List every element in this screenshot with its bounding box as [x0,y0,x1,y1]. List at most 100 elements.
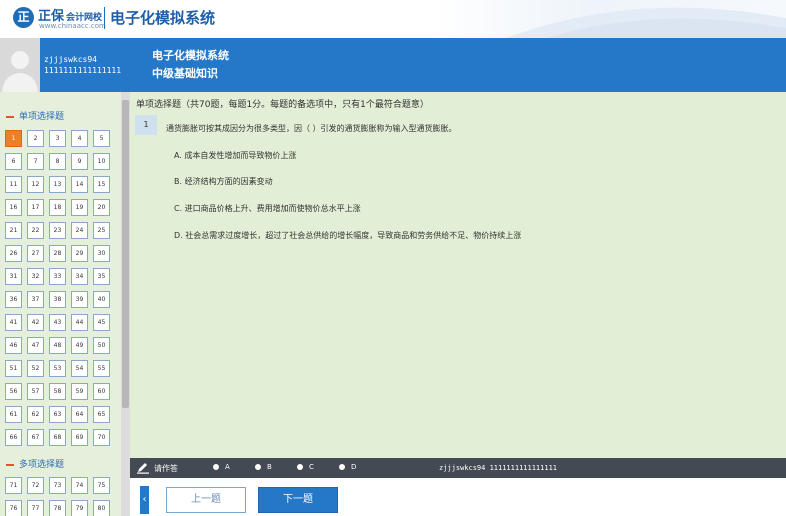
question-number-button[interactable]: 19 [71,199,88,216]
question-number-button[interactable]: 50 [93,337,110,354]
collapse-sidebar-button[interactable]: ‹ [140,486,149,514]
question-number-button[interactable]: 72 [27,477,44,494]
question-number-button[interactable]: 77 [27,500,44,516]
question-number-button[interactable]: 35 [93,268,110,285]
question-number-button[interactable]: 31 [5,268,22,285]
question-number-button[interactable]: 68 [49,429,66,446]
option-a[interactable]: A. 成本自发性增加而导致物价上涨 [174,150,296,161]
question-number-button[interactable]: 18 [49,199,66,216]
question-number-button[interactable]: 40 [93,291,110,308]
question-number-button[interactable]: 45 [93,314,110,331]
option-d[interactable]: D. 社会总需求过度增长，超过了社会总供给的增长幅度，导致商品和劳务供给不足、物… [174,230,521,241]
question-number-button[interactable]: 8 [49,153,66,170]
question-number-button[interactable]: 74 [71,477,88,494]
question-number-button[interactable]: 22 [27,222,44,239]
question-number-button[interactable]: 51 [5,360,22,377]
question-number-button[interactable]: 79 [71,500,88,516]
question-number-button[interactable]: 67 [27,429,44,446]
question-number-button[interactable]: 9 [71,153,88,170]
question-number-button[interactable]: 23 [49,222,66,239]
question-number-button[interactable]: 62 [27,406,44,423]
user-id: zjjjswkcs94 [44,55,97,64]
sidebar-scrollbar-thumb[interactable] [122,100,129,408]
question-number-button[interactable]: 13 [49,176,66,193]
question-number-button[interactable]: 47 [27,337,44,354]
question-number-button[interactable]: 10 [93,153,110,170]
question-number-button[interactable]: 58 [49,383,66,400]
question-number-button[interactable]: 63 [49,406,66,423]
question-number-button[interactable]: 75 [93,477,110,494]
question-number-button[interactable]: 26 [5,245,22,262]
answer-radio-c[interactable]: C [297,463,314,471]
question-number-button[interactable]: 34 [71,268,88,285]
brand-title: 电子化模拟系统 [110,9,216,27]
question-number-button[interactable]: 64 [71,406,88,423]
prev-question-button[interactable]: 上一题 [166,487,246,513]
question-number-button[interactable]: 37 [27,291,44,308]
question-number-button[interactable]: 7 [27,153,44,170]
question-number-button[interactable]: 57 [27,383,44,400]
question-number-button[interactable]: 36 [5,291,22,308]
next-question-button[interactable]: 下一题 [258,487,338,513]
question-number-button[interactable]: 61 [5,406,22,423]
answer-label: 请作答 [154,464,178,473]
question-number-button[interactable]: 69 [71,429,88,446]
question-number-button[interactable]: 28 [49,245,66,262]
question-number-button[interactable]: 65 [93,406,110,423]
question-number-button[interactable]: 15 [93,176,110,193]
question-number-button[interactable]: 60 [93,383,110,400]
question-number-button[interactable]: 46 [5,337,22,354]
question-number-button[interactable]: 71 [5,477,22,494]
question-number-button[interactable]: 78 [49,500,66,516]
question-number-button[interactable]: 41 [5,314,22,331]
question-number-button[interactable]: 54 [71,360,88,377]
question-number-button[interactable]: 4 [71,130,88,147]
question-number-button[interactable]: 33 [49,268,66,285]
question-number-button[interactable]: 17 [27,199,44,216]
question-number-button[interactable]: 14 [71,176,88,193]
option-b[interactable]: B. 经济结构方面的因素变动 [174,176,273,187]
question-number-button[interactable]: 48 [49,337,66,354]
question-number-button[interactable]: 70 [93,429,110,446]
question-number-button[interactable]: 76 [5,500,22,516]
question-number-button[interactable]: 27 [27,245,44,262]
question-number-button[interactable]: 25 [93,222,110,239]
question-number-button[interactable]: 43 [49,314,66,331]
question-number-button[interactable]: 59 [71,383,88,400]
question-number-button[interactable]: 24 [71,222,88,239]
answer-radio-a[interactable]: A [213,463,230,471]
question-number: 1 [135,115,157,135]
question-number-button[interactable]: 3 [49,130,66,147]
question-number-button[interactable]: 1 [5,130,22,147]
answer-radio-d[interactable]: D [339,463,356,471]
question-number-button[interactable]: 56 [5,383,22,400]
answer-radio-label: C [309,463,314,471]
question-number-button[interactable]: 20 [93,199,110,216]
question-number-button[interactable]: 53 [49,360,66,377]
question-number-button[interactable]: 21 [5,222,22,239]
question-number-button[interactable]: 29 [71,245,88,262]
section-head-multi[interactable]: 多项选择题 [6,457,64,470]
question-number-button[interactable]: 30 [93,245,110,262]
question-number-button[interactable]: 39 [71,291,88,308]
question-number-button[interactable]: 2 [27,130,44,147]
question-number-button[interactable]: 16 [5,199,22,216]
question-number-button[interactable]: 49 [71,337,88,354]
question-number-button[interactable]: 66 [5,429,22,446]
question-number-button[interactable]: 52 [27,360,44,377]
question-number-button[interactable]: 44 [71,314,88,331]
question-number-button[interactable]: 12 [27,176,44,193]
question-number-button[interactable]: 80 [93,500,110,516]
option-c[interactable]: C. 进口商品价格上升、费用增加而使物价总水平上涨 [174,203,361,214]
question-number-button[interactable]: 6 [5,153,22,170]
question-number-button[interactable]: 55 [93,360,110,377]
question-number-button[interactable]: 38 [49,291,66,308]
question-number-button[interactable]: 42 [27,314,44,331]
question-number-button[interactable]: 11 [5,176,22,193]
answer-radio-b[interactable]: B [255,463,272,471]
question-number-button[interactable]: 32 [27,268,44,285]
section-head-single[interactable]: 单项选择题 [6,109,64,122]
question-number-button[interactable]: 73 [49,477,66,494]
question-number-button[interactable]: 5 [93,130,110,147]
brand-url: www.chinaacc.com [39,22,106,30]
